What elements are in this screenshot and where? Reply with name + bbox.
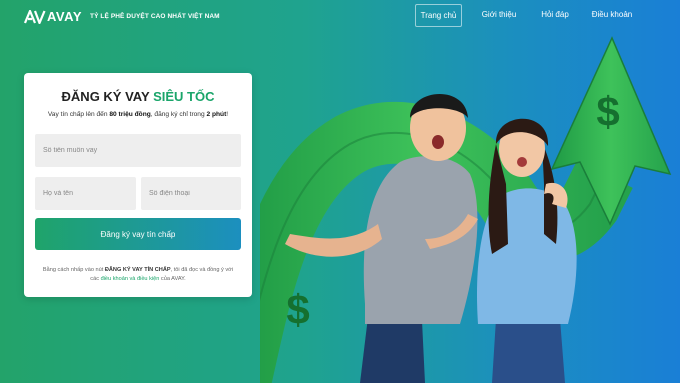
phone-input[interactable]	[141, 177, 241, 210]
form-title-highlight: SIÊU TỐC	[153, 89, 215, 104]
nav-item-terms[interactable]: Điều khoản	[588, 4, 636, 25]
subtitle-amount: 80 triệu đồng	[109, 111, 151, 118]
nav-item-faq[interactable]: Hỏi đáp	[534, 4, 576, 25]
form-subtitle: Vay tín chấp lên đến 80 triệu đồng, đăng…	[24, 111, 252, 118]
full-name-input[interactable]	[35, 177, 136, 210]
subtitle-text: !	[226, 111, 229, 118]
brand-logo[interactable]: AVAY TỶ LỆ PHÊ DUYỆT CAO NHẤT VIỆT NAM	[24, 9, 220, 24]
subtitle-time: 2 phút	[206, 111, 227, 118]
brand-tagline: TỶ LỆ PHÊ DUYỆT CAO NHẤT VIỆT NAM	[90, 13, 220, 20]
disclaimer-text: của AVAY.	[160, 275, 186, 282]
submit-loan-button[interactable]: Đăng ký vay tín chấp	[35, 218, 241, 250]
terms-link[interactable]: điều khoản và điều kiện	[101, 276, 160, 282]
nav-item-about[interactable]: Giới thiệu	[476, 4, 522, 25]
hero-illustration: $ $	[260, 36, 672, 383]
dollar-sign-icon: $	[596, 88, 619, 135]
registration-card: ĐĂNG KÝ VAY SIÊU TỐC Vay tín chấp lên đế…	[24, 73, 252, 297]
form-title: ĐĂNG KÝ VAY SIÊU TỐC	[24, 89, 252, 104]
site-header: AVAY TỶ LỆ PHÊ DUYỆT CAO NHẤT VIỆT NAM T…	[0, 0, 680, 34]
disclaimer-text: Bằng cách nhấp vào nút	[42, 267, 104, 273]
disclaimer-button-ref: ĐĂNG KÝ VAY TÍN CHẤP	[104, 267, 171, 273]
loan-amount-input[interactable]	[35, 134, 241, 167]
brand-name: AVAY	[47, 9, 82, 24]
nav-item-home[interactable]: Trang chủ	[415, 4, 462, 27]
subtitle-text: , đăng ký chỉ trong	[150, 111, 205, 118]
dollar-sign-icon: $	[286, 286, 309, 333]
form-title-prefix: ĐĂNG KÝ VAY	[61, 89, 150, 104]
avay-logo-icon	[24, 9, 46, 24]
terms-disclaimer: Bằng cách nhấp vào nút ĐĂNG KÝ VAY TÍN C…	[38, 266, 238, 283]
subtitle-text: Vay tín chấp lên đến	[47, 111, 108, 118]
